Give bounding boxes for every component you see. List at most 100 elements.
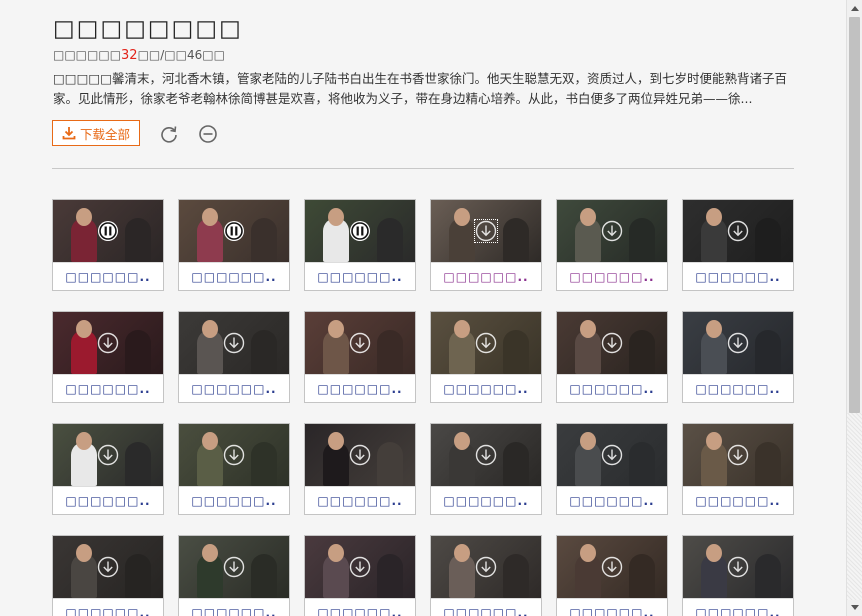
- download-icon[interactable]: [727, 220, 749, 242]
- thumbnail-face: [454, 544, 470, 562]
- episode-title-link[interactable]: □□□□□□..: [683, 374, 793, 403]
- episode-thumbnail: [53, 424, 163, 486]
- meta-mid: □□/□□: [137, 48, 187, 62]
- download-icon[interactable]: [97, 332, 119, 354]
- episode-card[interactable]: □□□□□□..: [52, 199, 164, 291]
- download-icon[interactable]: [601, 220, 623, 242]
- episode-title-link[interactable]: □□□□□□..: [179, 486, 289, 515]
- episode-title-link[interactable]: □□□□□□..: [179, 374, 289, 403]
- episode-card[interactable]: □□□□□□..: [304, 423, 416, 515]
- episode-title-link[interactable]: □□□□□□..: [305, 262, 415, 291]
- episode-card[interactable]: □□□□□□..: [682, 423, 794, 515]
- download-icon[interactable]: [727, 556, 749, 578]
- episode-title-link[interactable]: □□□□□□..: [305, 374, 415, 403]
- episode-thumbnail: [557, 536, 667, 598]
- episode-title-link[interactable]: □□□□□□..: [53, 262, 163, 291]
- scrollbar-track[interactable]: [847, 413, 862, 600]
- episode-thumbnail: [179, 536, 289, 598]
- episode-title-link[interactable]: □□□□□□..: [557, 374, 667, 403]
- download-icon[interactable]: [601, 556, 623, 578]
- episode-card[interactable]: □□□□□□..: [52, 423, 164, 515]
- thumbnail-figure: [251, 554, 277, 598]
- episode-card[interactable]: □□□□□□..: [52, 311, 164, 403]
- download-icon[interactable]: [727, 444, 749, 466]
- episode-title-link[interactable]: □□□□□□..: [53, 374, 163, 403]
- pause-icon[interactable]: [349, 220, 371, 242]
- minus-circle-icon[interactable]: [198, 124, 218, 144]
- download-icon[interactable]: [97, 444, 119, 466]
- thumbnail-face: [706, 208, 722, 226]
- episode-title-link[interactable]: □□□□□□..: [53, 598, 163, 616]
- thumbnail-face: [328, 544, 344, 562]
- download-all-label: 下载全部: [79, 126, 130, 142]
- download-icon[interactable]: [97, 556, 119, 578]
- episode-title-link[interactable]: □□□□□□..: [683, 262, 793, 291]
- download-icon[interactable]: [601, 332, 623, 354]
- download-icon[interactable]: [475, 556, 497, 578]
- episode-thumbnail: [53, 536, 163, 598]
- episode-title-link[interactable]: □□□□□□..: [431, 262, 541, 291]
- episode-card[interactable]: □□□□□□..: [178, 535, 290, 616]
- vertical-scrollbar[interactable]: [846, 0, 862, 616]
- scrollbar-thumb[interactable]: [849, 17, 860, 413]
- thumbnail-face: [706, 432, 722, 450]
- thumbnail-face: [202, 544, 218, 562]
- episode-title-link[interactable]: □□□□□□..: [557, 262, 667, 291]
- episode-card[interactable]: □□□□□□..: [430, 535, 542, 616]
- episode-card[interactable]: □□□□□□..: [430, 423, 542, 515]
- episode-title-link[interactable]: □□□□□□..: [683, 598, 793, 616]
- episode-card[interactable]: □□□□□□..: [556, 311, 668, 403]
- episode-title-link[interactable]: □□□□□□..: [179, 598, 289, 616]
- episode-card[interactable]: □□□□□□..: [178, 311, 290, 403]
- scroll-up-arrow-icon[interactable]: [847, 0, 862, 16]
- thumbnail-face: [76, 320, 92, 338]
- section-divider: [52, 168, 794, 169]
- download-all-button[interactable]: 下载全部: [52, 120, 140, 146]
- download-icon[interactable]: [349, 444, 371, 466]
- refresh-icon[interactable]: [159, 124, 179, 144]
- episode-title-link[interactable]: □□□□□□..: [431, 598, 541, 616]
- episode-title-link[interactable]: □□□□□□..: [305, 598, 415, 616]
- episode-title-link[interactable]: □□□□□□..: [179, 262, 289, 291]
- scroll-down-arrow-icon[interactable]: [847, 600, 862, 616]
- thumbnail-figure: [503, 554, 529, 598]
- episode-title-link[interactable]: □□□□□□..: [431, 486, 541, 515]
- download-icon[interactable]: [223, 332, 245, 354]
- episode-card[interactable]: □□□□□□..: [304, 199, 416, 291]
- download-icon[interactable]: [349, 556, 371, 578]
- episode-card[interactable]: □□□□□□..: [52, 535, 164, 616]
- episode-title-link[interactable]: □□□□□□..: [557, 598, 667, 616]
- episode-card[interactable]: □□□□□□..: [178, 423, 290, 515]
- download-icon[interactable]: [727, 332, 749, 354]
- episode-card[interactable]: □□□□□□..: [682, 199, 794, 291]
- episode-title-link[interactable]: □□□□□□..: [53, 486, 163, 515]
- download-icon[interactable]: [474, 219, 498, 243]
- download-icon[interactable]: [349, 332, 371, 354]
- episode-card[interactable]: □□□□□□..: [304, 311, 416, 403]
- episode-card[interactable]: □□□□□□..: [304, 535, 416, 616]
- download-icon[interactable]: [601, 444, 623, 466]
- thumbnail-figure: [377, 218, 403, 262]
- episode-title-link[interactable]: □□□□□□..: [431, 374, 541, 403]
- download-icon[interactable]: [475, 444, 497, 466]
- episode-card[interactable]: □□□□□□..: [178, 199, 290, 291]
- episode-card[interactable]: □□□□□□..: [556, 423, 668, 515]
- thumbnail-figure: [629, 330, 655, 374]
- thumbnail-face: [76, 432, 92, 450]
- pause-icon[interactable]: [223, 220, 245, 242]
- episode-card[interactable]: □□□□□□..: [430, 199, 542, 291]
- thumbnail-face: [202, 432, 218, 450]
- download-icon[interactable]: [475, 332, 497, 354]
- episode-card[interactable]: □□□□□□..: [682, 535, 794, 616]
- episode-title-link[interactable]: □□□□□□..: [557, 486, 667, 515]
- episode-card[interactable]: □□□□□□..: [430, 311, 542, 403]
- episode-title-link[interactable]: □□□□□□..: [683, 486, 793, 515]
- pause-icon[interactable]: [97, 220, 119, 242]
- episode-thumbnail: [431, 200, 541, 262]
- episode-card[interactable]: □□□□□□..: [682, 311, 794, 403]
- download-icon[interactable]: [223, 556, 245, 578]
- episode-title-link[interactable]: □□□□□□..: [305, 486, 415, 515]
- download-icon[interactable]: [223, 444, 245, 466]
- episode-card[interactable]: □□□□□□..: [556, 199, 668, 291]
- episode-card[interactable]: □□□□□□..: [556, 535, 668, 616]
